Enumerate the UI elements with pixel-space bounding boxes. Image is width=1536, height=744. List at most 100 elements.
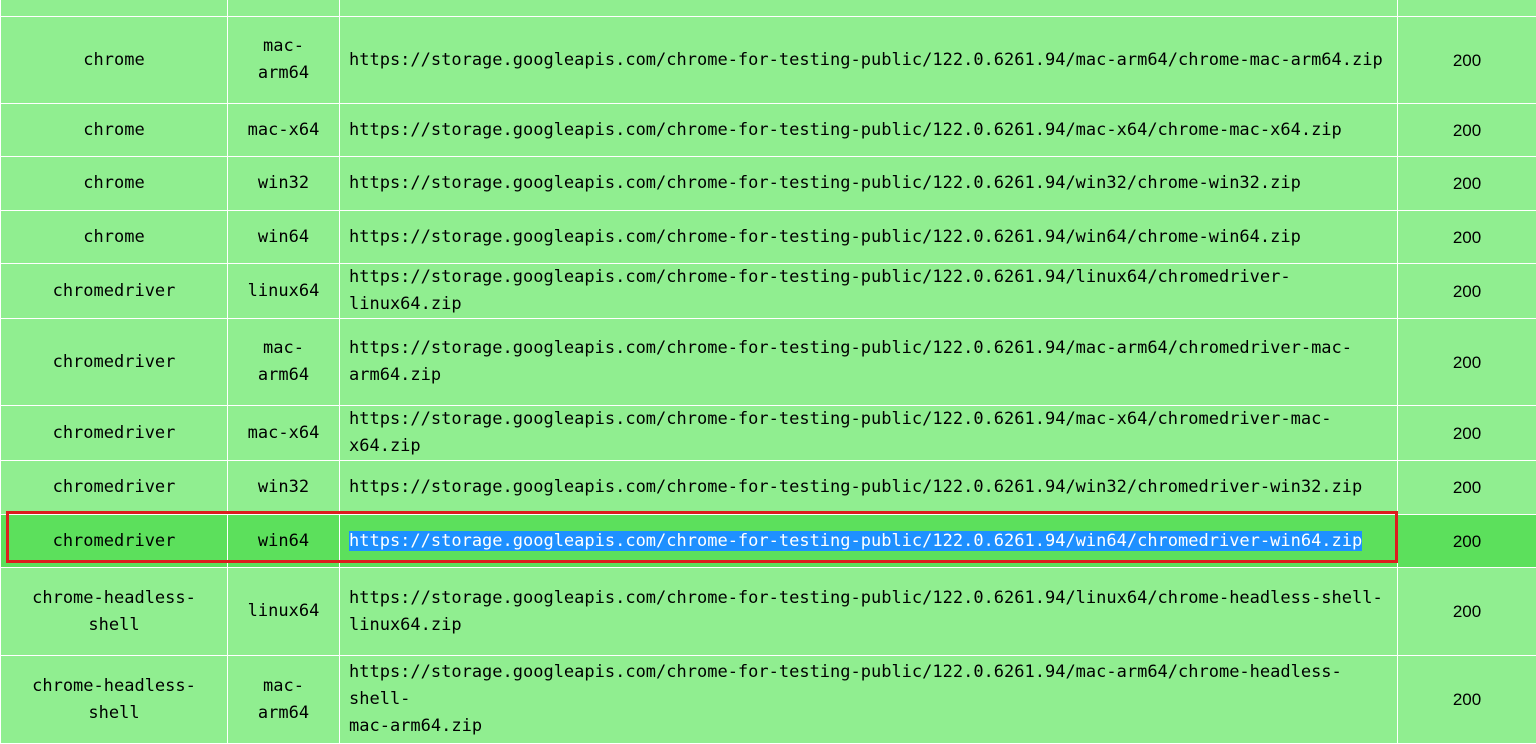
url-cell[interactable]: https://storage.googleapis.com/chrome-fo…: [340, 211, 1398, 264]
status-text: 200: [1453, 478, 1481, 497]
platform-cell: linux64: [228, 568, 340, 656]
downloads-table: chrome mac-arm64 https://storage.googleapi…: [0, 0, 1536, 744]
url-cell[interactable]: https://storage.googleapis.com/chrome-fo…: [340, 461, 1398, 515]
platform-cell: win32: [228, 461, 340, 515]
url-cell[interactable]: https://storage.googleapis.com/chrome-fo…: [340, 104, 1398, 157]
binary-cell: chromedriver: [1, 515, 228, 568]
platform-cell: mac-x64: [228, 406, 340, 461]
download-url-link[interactable]: https://storage.googleapis.com/chrome-fo…: [349, 173, 1301, 193]
binary-cell: chrome-headless-shell: [1, 568, 228, 656]
download-url-link[interactable]: https://storage.googleapis.com/chrome-fo…: [349, 588, 1383, 635]
binary-text: chrome-headless-shell: [32, 588, 196, 635]
download-url-link[interactable]: https://storage.googleapis.com/chrome-fo…: [349, 338, 1352, 385]
status-cell: 200: [1398, 17, 1536, 104]
status-cell: 200: [1398, 104, 1536, 157]
status-text: 200: [1453, 602, 1481, 621]
status-cell: 200: [1398, 568, 1536, 656]
status-text: 200: [1453, 282, 1481, 301]
status-text: 200: [1453, 353, 1481, 372]
binary-cell: chromedriver: [1, 406, 228, 461]
status-cell: 200: [1398, 461, 1536, 515]
binary-text: chrome: [83, 227, 144, 247]
platform-text: linux64: [248, 601, 320, 621]
download-url-link[interactable]: https://storage.googleapis.com/chrome-fo…: [349, 227, 1301, 247]
binary-text: chromedriver: [53, 352, 176, 372]
binary-cell: chromedriver: [1, 319, 228, 406]
platform-text: win32: [258, 173, 309, 193]
platform-cell: mac-arm64: [228, 656, 340, 744]
binary-text: chrome-headless-shell: [32, 676, 196, 723]
url-cell[interactable]: https://storage.googleapis.com/chrome-fo…: [340, 17, 1398, 104]
status-text: 200: [1453, 424, 1481, 443]
status-cell: 200: [1398, 211, 1536, 264]
table-body: chrome mac-arm64 https://storage.googleapi…: [1, 0, 1536, 744]
status-cell: [1398, 0, 1536, 17]
url-cell[interactable]: https://storage.googleapis.com/chrome-fo…: [340, 406, 1398, 461]
platform-text: mac-arm64: [258, 676, 309, 723]
url-cell[interactable]: https://storage.googleapis.com/chrome-fo…: [340, 515, 1398, 568]
table-row: chrome mac-arm64 https://storage.googleapi…: [1, 17, 1536, 104]
download-url-link[interactable]: https://storage.googleapis.com/chrome-fo…: [349, 477, 1362, 497]
url-cell[interactable]: https://storage.googleapis.com/chrome-fo…: [340, 656, 1398, 744]
platform-cell: win32: [228, 157, 340, 211]
download-url-link[interactable]: https://storage.googleapis.com/chrome-fo…: [349, 409, 1332, 456]
platform-text: mac-arm64: [258, 36, 309, 83]
download-url-link[interactable]: https://storage.googleapis.com/chrome-fo…: [349, 120, 1342, 140]
binary-text: chromedriver: [53, 531, 176, 551]
platform-cell: win64: [228, 211, 340, 264]
binary-text: chrome: [83, 173, 144, 193]
platform-cell: mac-arm64: [228, 17, 340, 104]
binary-cell: chrome: [1, 104, 228, 157]
status-cell: 200: [1398, 319, 1536, 406]
binary-cell: chromedriver: [1, 461, 228, 515]
status-text: 200: [1453, 532, 1481, 551]
status-cell: 200: [1398, 157, 1536, 211]
url-cell[interactable]: [340, 0, 1398, 17]
platform-text: mac-arm64: [258, 338, 309, 385]
status-text: 200: [1453, 228, 1481, 247]
table-row: chromedriver linux64 https://storage.googl…: [1, 264, 1536, 319]
download-url-link[interactable]: https://storage.googleapis.com/chrome-fo…: [349, 267, 1291, 314]
binary-cell: [1, 0, 228, 17]
platform-text: mac-x64: [248, 423, 320, 443]
url-cell[interactable]: https://storage.googleapis.com/chrome-fo…: [340, 157, 1398, 211]
table-row: chromedriver mac-x64 https://storage.googl…: [1, 406, 1536, 461]
url-cell[interactable]: https://storage.googleapis.com/chrome-fo…: [340, 568, 1398, 656]
table-row: chromedriver win32 https://storage.googlea…: [1, 461, 1536, 515]
table-row: [1, 0, 1536, 17]
download-url-link[interactable]: https://storage.googleapis.com/chrome-fo…: [349, 50, 1383, 70]
binary-cell: chrome: [1, 211, 228, 264]
status-text: 200: [1453, 121, 1481, 140]
platform-cell: mac-arm64: [228, 319, 340, 406]
platform-cell: linux64: [228, 264, 340, 319]
binary-cell: chrome: [1, 157, 228, 211]
url-cell[interactable]: https://storage.googleapis.com/chrome-fo…: [340, 319, 1398, 406]
download-url-link[interactable]: https://storage.googleapis.com/chrome-fo…: [349, 662, 1342, 736]
binary-text: chromedriver: [53, 423, 176, 443]
table-row-selected: chromedriver win64 https://storage.googlea…: [1, 515, 1536, 568]
status-text: 200: [1453, 174, 1481, 193]
platform-text: win32: [258, 477, 309, 497]
platform-cell: mac-x64: [228, 104, 340, 157]
platform-text: win64: [258, 531, 309, 551]
platform-text: mac-x64: [248, 120, 320, 140]
status-text: 200: [1453, 690, 1481, 709]
binary-cell: chrome-headless-shell: [1, 656, 228, 744]
download-url-link[interactable]: https://storage.googleapis.com/chrome-fo…: [349, 531, 1362, 551]
platform-cell: win64: [228, 515, 340, 568]
status-cell: 200: [1398, 264, 1536, 319]
binary-text: chrome: [83, 120, 144, 140]
binary-text: chromedriver: [53, 281, 176, 301]
binary-cell: chromedriver: [1, 264, 228, 319]
table-row: chrome mac-x64 https://storage.googleapis.…: [1, 104, 1536, 157]
binary-text: chrome: [83, 50, 144, 70]
platform-text: linux64: [248, 281, 320, 301]
table-row: chromedriver mac-arm64 https://storage.goo…: [1, 319, 1536, 406]
table-row: chrome-headless-shell mac-arm64 https://st…: [1, 656, 1536, 744]
status-cell: 200: [1398, 656, 1536, 744]
table-row: chrome win64 https://storage.googleapis.co…: [1, 211, 1536, 264]
status-cell: 200: [1398, 406, 1536, 461]
platform-text: win64: [258, 227, 309, 247]
url-cell[interactable]: https://storage.googleapis.com/chrome-fo…: [340, 264, 1398, 319]
status-text: 200: [1453, 51, 1481, 70]
